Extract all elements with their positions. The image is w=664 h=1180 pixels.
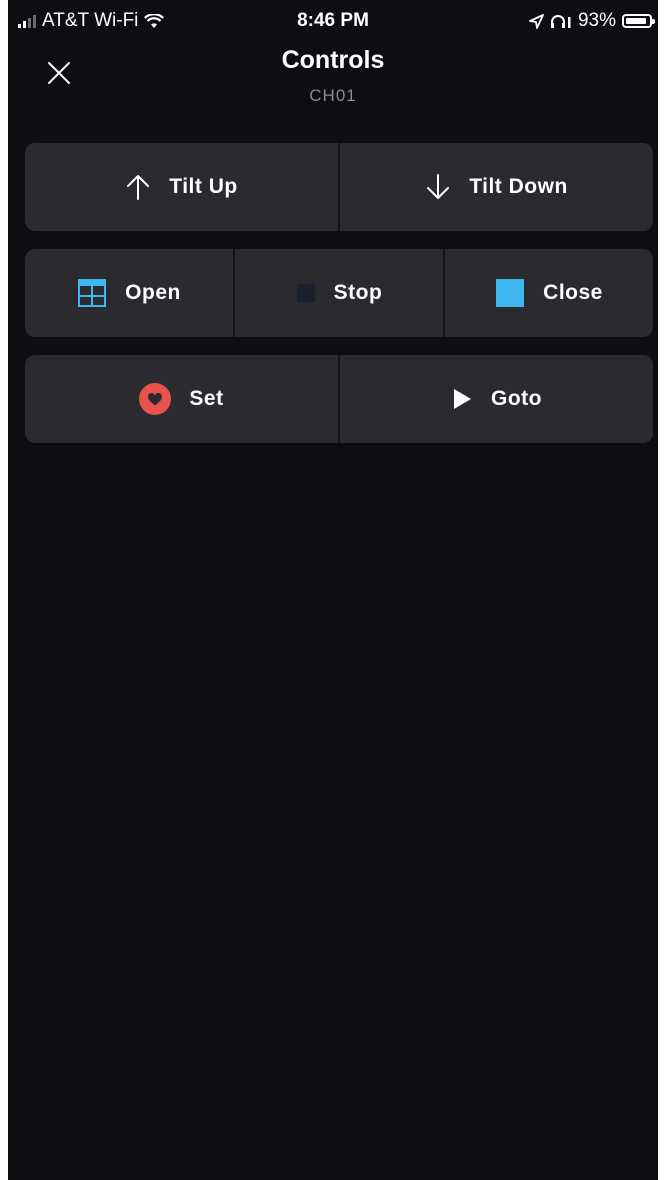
battery-icon (622, 14, 655, 28)
close-shade-button[interactable]: Close (443, 249, 653, 337)
set-label: Set (189, 387, 224, 410)
stop-square-icon (296, 283, 316, 303)
window-open-icon (77, 278, 107, 308)
tilt-down-button[interactable]: Tilt Down (338, 143, 653, 231)
location-arrow-icon (529, 13, 544, 29)
status-right: 93% (529, 10, 655, 32)
play-icon (451, 388, 473, 410)
tilt-down-label: Tilt Down (469, 175, 568, 198)
close-label: Close (543, 281, 603, 304)
goto-button[interactable]: Goto (338, 355, 653, 443)
channel-label: CH01 (309, 86, 357, 105)
status-bar: AT&T Wi-Fi 8:46 PM 93% (8, 0, 658, 44)
open-label: Open (125, 281, 181, 304)
headphones-icon (550, 15, 571, 28)
goto-label: Goto (491, 387, 542, 410)
arrow-down-icon (425, 173, 451, 201)
heart-icon (139, 383, 172, 415)
shade-controls-row: Open Stop Close (25, 249, 653, 337)
shade-closed-icon (495, 278, 525, 308)
battery-percent: 93% (577, 10, 616, 31)
page-title: Controls (281, 46, 385, 74)
stop-label: Stop (333, 281, 383, 304)
tilt-up-button[interactable]: Tilt Up (25, 143, 338, 231)
open-button[interactable]: Open (25, 249, 233, 337)
tilt-up-label: Tilt Up (169, 175, 238, 198)
controls-screen: AT&T Wi-Fi 8:46 PM 93% Controls CH01 Til… (8, 0, 658, 1180)
battery-level (626, 18, 646, 24)
preset-controls-row: Set Goto (25, 355, 653, 443)
arrow-up-icon (125, 173, 151, 201)
stop-button[interactable]: Stop (233, 249, 443, 337)
tilt-controls-row: Tilt Up Tilt Down (25, 143, 653, 231)
set-button[interactable]: Set (25, 355, 338, 443)
